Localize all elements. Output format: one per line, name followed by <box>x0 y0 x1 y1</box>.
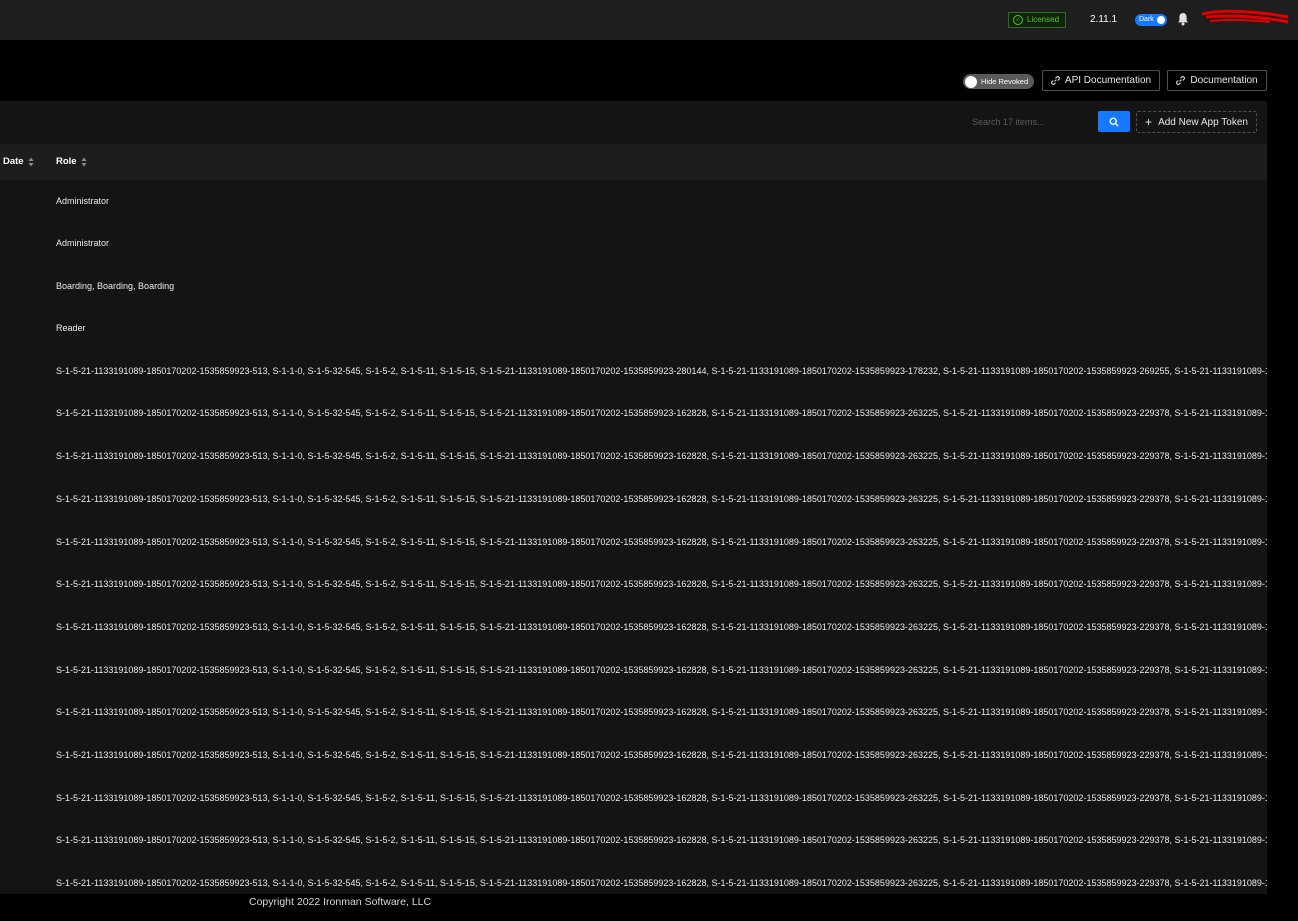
version-label: 2.11.1 <box>1090 14 1118 25</box>
footer <box>0 894 1298 921</box>
role-cell: S-1-5-21-1133191089-1850170202-153585992… <box>56 622 1267 632</box>
search-icon <box>1109 116 1119 127</box>
role-cell: S-1-5-21-1133191089-1850170202-153585992… <box>56 665 1267 675</box>
table-row: S-1-5-21-1133191089-1850170202-153585992… <box>0 563 1267 605</box>
check-circle-icon: ✓ <box>1013 15 1023 25</box>
hide-revoked-toggle[interactable]: Hide Revoked <box>963 74 1034 89</box>
role-cell: S-1-5-21-1133191089-1850170202-153585992… <box>56 579 1267 589</box>
theme-toggle-label: Dark <box>1139 16 1154 23</box>
role-cell: S-1-5-21-1133191089-1850170202-153585992… <box>56 878 1267 888</box>
role-cell: S-1-5-21-1133191089-1850170202-153585992… <box>56 537 1267 547</box>
role-cell: S-1-5-21-1133191089-1850170202-153585992… <box>56 750 1267 760</box>
table-row: S-1-5-21-1133191089-1850170202-153585992… <box>0 777 1267 819</box>
role-cell: Boarding, Boarding, Boarding <box>56 281 175 291</box>
table-row: Administrator <box>0 180 1267 222</box>
table-row: S-1-5-21-1133191089-1850170202-153585992… <box>0 649 1267 691</box>
table-row: S-1-5-21-1133191089-1850170202-153585992… <box>0 734 1267 776</box>
column-header-date-label: Date <box>3 156 24 167</box>
column-header-role[interactable]: Role <box>56 156 87 167</box>
table-row: Administrator <box>0 222 1267 264</box>
theme-toggle[interactable]: Dark <box>1135 14 1167 26</box>
link-icon <box>1176 76 1186 85</box>
toggle-knob <box>965 75 977 88</box>
license-label: Licensed <box>1027 15 1060 24</box>
role-cell: S-1-5-21-1133191089-1850170202-153585992… <box>56 494 1267 504</box>
add-app-token-label: Add New App Token <box>1158 116 1248 128</box>
column-header-role-label: Role <box>56 156 77 167</box>
role-cell: S-1-5-21-1133191089-1850170202-153585992… <box>56 366 1267 376</box>
role-cell: Administrator <box>56 196 110 206</box>
redacted-username[interactable] <box>1200 8 1290 26</box>
search-input[interactable] <box>965 111 1097 132</box>
api-documentation-button[interactable]: API Documentation <box>1042 70 1160 91</box>
table-row: Boarding, Boarding, Boarding <box>0 265 1267 307</box>
role-cell: Reader <box>56 323 86 333</box>
documentation-button[interactable]: Documentation <box>1167 70 1267 91</box>
table-row: S-1-5-21-1133191089-1850170202-153585992… <box>0 606 1267 648</box>
table-row: S-1-5-21-1133191089-1850170202-153585992… <box>0 435 1267 477</box>
table-row: Reader <box>0 307 1267 349</box>
link-icon <box>1051 76 1060 85</box>
table-row: S-1-5-21-1133191089-1850170202-153585992… <box>0 819 1267 861</box>
role-cell: S-1-5-21-1133191089-1850170202-153585992… <box>56 835 1267 845</box>
copyright-text: Copyright 2022 Ironman Software, LLC <box>249 896 432 908</box>
hide-revoked-label: Hide Revoked <box>981 77 1029 86</box>
search-button[interactable] <box>1098 111 1130 132</box>
role-cell: Administrator <box>56 238 110 248</box>
documentation-label: Documentation <box>1190 75 1258 86</box>
table-body: Administrator Administrator Boarding, Bo… <box>0 180 1267 894</box>
api-documentation-label: API Documentation <box>1064 75 1152 86</box>
table-row: S-1-5-21-1133191089-1850170202-153585992… <box>0 521 1267 563</box>
top-navbar: ✓ Licensed 2.11.1 Dark <box>0 0 1298 40</box>
role-cell: S-1-5-21-1133191089-1850170202-153585992… <box>56 793 1267 803</box>
role-cell: S-1-5-21-1133191089-1850170202-153585992… <box>56 451 1267 461</box>
role-cell: S-1-5-21-1133191089-1850170202-153585992… <box>56 408 1267 418</box>
table-header: Date Role <box>0 144 1267 180</box>
sort-icon <box>81 157 87 166</box>
table-row: S-1-5-21-1133191089-1850170202-153585992… <box>0 478 1267 520</box>
plus-icon: + <box>1145 115 1153 129</box>
add-app-token-button[interactable]: + Add New App Token <box>1136 111 1257 133</box>
table-row: S-1-5-21-1133191089-1850170202-153585992… <box>0 350 1267 392</box>
sort-icon <box>28 157 34 166</box>
role-cell: S-1-5-21-1133191089-1850170202-153585992… <box>56 707 1267 717</box>
toggle-knob <box>1157 16 1165 24</box>
table-row: S-1-5-21-1133191089-1850170202-153585992… <box>0 862 1267 894</box>
table-row: S-1-5-21-1133191089-1850170202-153585992… <box>0 392 1267 434</box>
bell-icon[interactable] <box>1177 12 1189 26</box>
table-row: S-1-5-21-1133191089-1850170202-153585992… <box>0 691 1267 733</box>
license-badge: ✓ Licensed <box>1008 12 1067 28</box>
column-header-date[interactable]: Date <box>3 156 34 167</box>
